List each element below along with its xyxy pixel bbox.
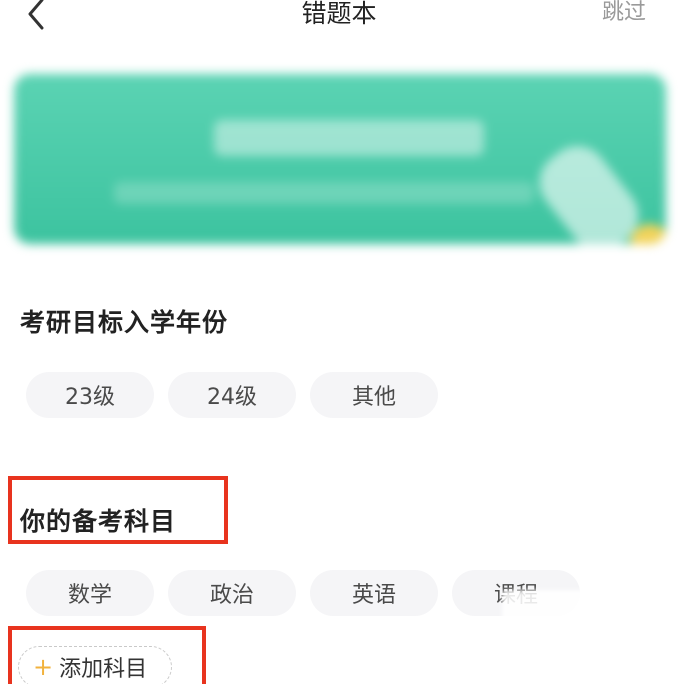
header: 错题本 跳过 [0,0,678,36]
year-section-title: 考研目标入学年份 [20,308,229,337]
back-button[interactable] [18,0,58,34]
skip-button[interactable]: 跳过 [602,0,646,26]
subject-option-english[interactable]: 英语 [310,570,438,616]
plus-icon: + [33,653,54,681]
watermark-overlay [502,590,678,684]
chevron-left-icon [28,0,44,30]
pen-illustration [527,134,651,244]
year-option-24[interactable]: 24级 [168,372,296,418]
banner-image [14,74,666,244]
promo-banner[interactable] [14,74,666,244]
page: 错题本 跳过 考研目标入学年份 23级 24级 其他 你的备考科目 数学 政治 … [0,0,678,684]
year-option-other[interactable]: 其他 [310,372,438,418]
page-title: 错题本 [301,0,377,28]
year-option-23[interactable]: 23级 [26,372,154,418]
subject-option-politics[interactable]: 政治 [168,570,296,616]
subject-option-math[interactable]: 数学 [26,570,154,616]
banner-blur-1 [214,120,484,156]
add-subject-label: 添加科目 [59,657,148,682]
banner-blur-2 [114,182,534,204]
subject-section-title: 你的备考科目 [20,507,177,536]
add-subject-button[interactable]: + 添加科目 [18,646,172,684]
